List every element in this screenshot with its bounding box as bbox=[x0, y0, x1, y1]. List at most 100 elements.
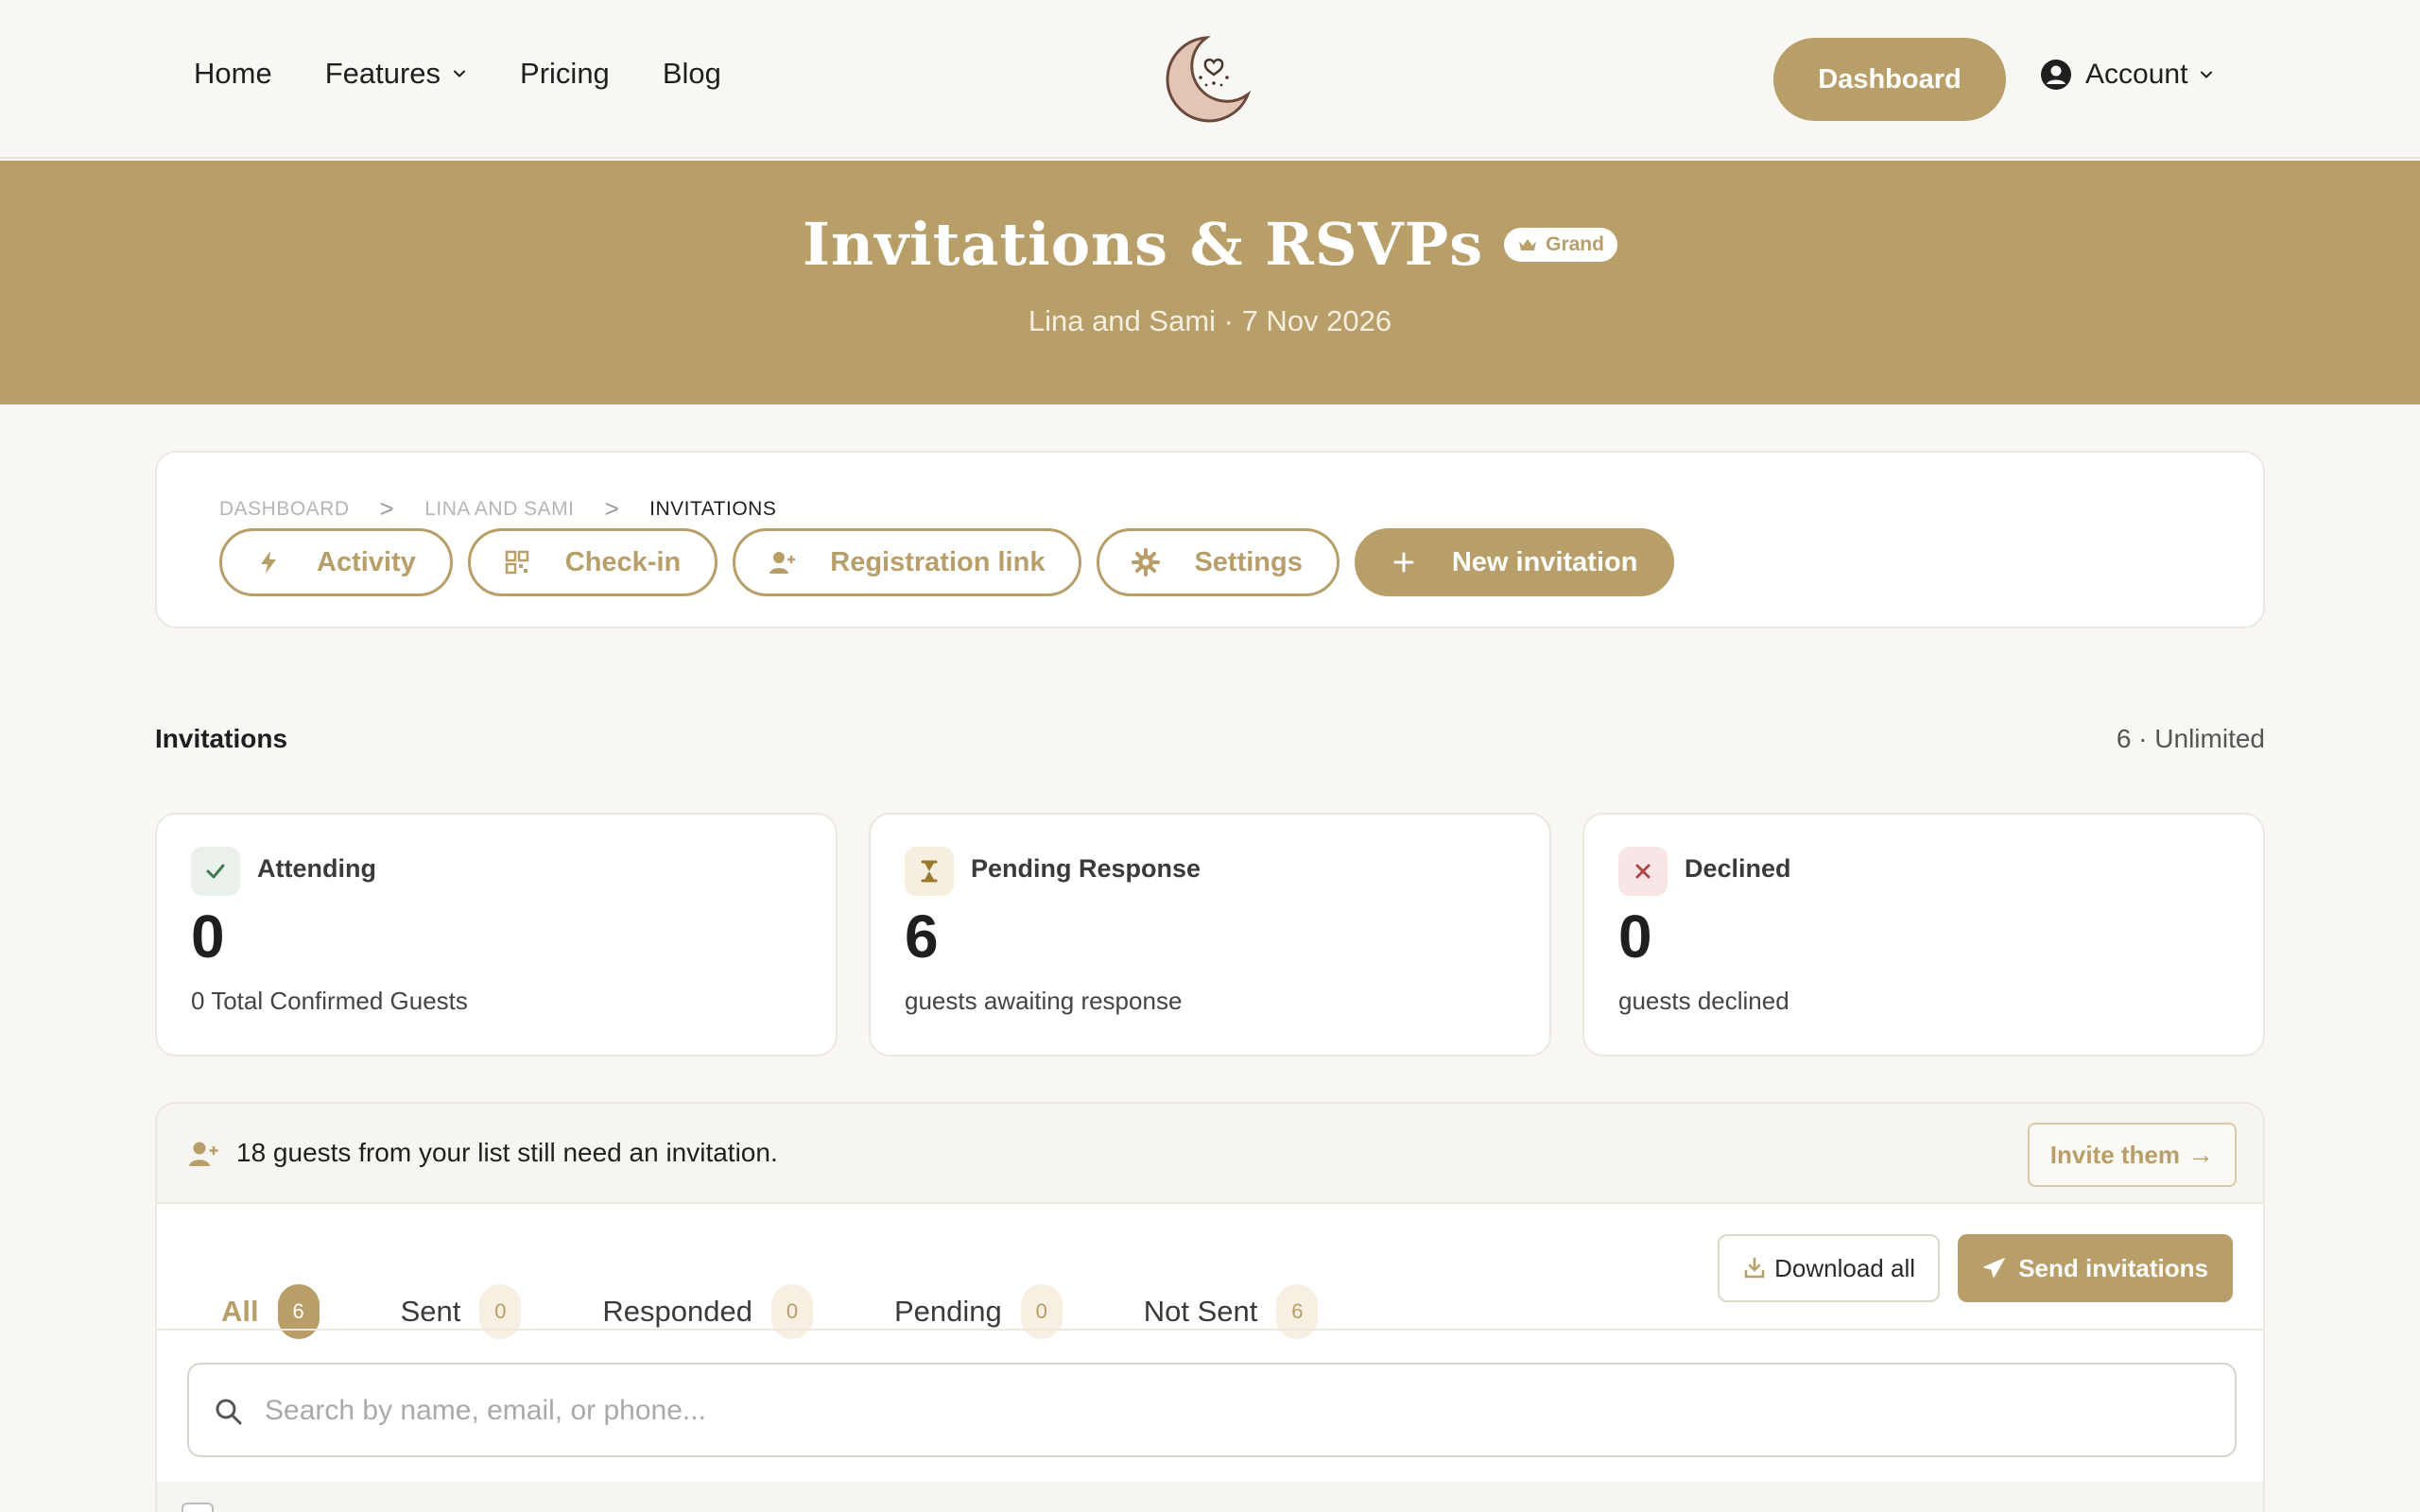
stat-label: Declined bbox=[1685, 854, 1791, 883]
tab-label: Sent bbox=[400, 1295, 461, 1328]
settings-label: Settings bbox=[1194, 546, 1303, 577]
page-banner: Invitations & RSVPs Grand Lina and Sami … bbox=[0, 161, 2420, 404]
user-plus-icon bbox=[189, 1142, 218, 1166]
breadcrumb-separator: > bbox=[604, 494, 620, 523]
settings-button[interactable]: Settings bbox=[1097, 528, 1340, 596]
paper-plane-icon bbox=[1983, 1258, 2005, 1278]
chevron-down-icon bbox=[2201, 71, 2213, 78]
plus-icon bbox=[1393, 552, 1414, 573]
breadcrumb-dashboard[interactable]: DASHBOARD bbox=[219, 498, 350, 521]
tab-all[interactable]: All 6 bbox=[187, 1278, 354, 1378]
plan-badge-label: Grand bbox=[1546, 232, 1604, 255]
tab-label: Not Sent bbox=[1143, 1295, 1258, 1328]
qr-code-icon bbox=[505, 550, 529, 575]
event-subtitle: Lina and Sami · 7 Nov 2026 bbox=[1028, 304, 1392, 337]
nav-blog-link[interactable]: Blog bbox=[663, 57, 721, 91]
new-invitation-label: New invitation bbox=[1451, 546, 1638, 577]
tab-count-badge: 0 bbox=[770, 1284, 813, 1339]
tab-label: All bbox=[221, 1295, 259, 1328]
x-icon bbox=[1618, 847, 1668, 896]
stat-description: guests declined bbox=[1618, 987, 1789, 1015]
hourglass-icon bbox=[905, 847, 954, 896]
arrow-right-icon: → bbox=[2187, 1140, 2214, 1169]
filter-tabs: All 6 Sent 0 Responded 0 Pending 0 Not S… bbox=[187, 1246, 1365, 1378]
send-invitations-label: Send invitations bbox=[2018, 1253, 2208, 1282]
stat-description: guests awaiting response bbox=[905, 987, 1183, 1015]
nav-pricing-link[interactable]: Pricing bbox=[520, 57, 610, 91]
account-menu[interactable]: Account bbox=[2040, 59, 2214, 91]
breadcrumb: DASHBOARD > LINA AND SAMI > INVITATIONS bbox=[219, 494, 776, 524]
tab-count-badge: 6 bbox=[1276, 1284, 1319, 1339]
tab-not-sent[interactable]: Not Sent 6 bbox=[1110, 1278, 1353, 1346]
invite-them-label: Invite them bbox=[2049, 1140, 2180, 1169]
invite-them-button[interactable]: Invite them → bbox=[2027, 1123, 2237, 1187]
tab-responded[interactable]: Responded 0 bbox=[568, 1278, 847, 1346]
tab-count-badge: 0 bbox=[1020, 1284, 1063, 1339]
notice-text: 18 guests from your list still need an i… bbox=[236, 1138, 778, 1167]
chevron-down-icon bbox=[454, 70, 466, 77]
breadcrumb-current: INVITATIONS bbox=[649, 497, 777, 520]
search-box bbox=[187, 1363, 2237, 1457]
stat-card-declined: Declined 0 guests declined bbox=[1582, 813, 2265, 1057]
main-nav: Home Features Pricing Blog bbox=[194, 57, 774, 91]
uninvited-notice: 18 guests from your list still need an i… bbox=[157, 1104, 2263, 1204]
guests-panel: 18 guests from your list still need an i… bbox=[155, 1102, 2265, 1512]
stat-label: Pending Response bbox=[971, 854, 1201, 883]
stat-card-attending: Attending 0 0 Total Confirmed Guests bbox=[155, 813, 838, 1057]
account-label: Account bbox=[2085, 59, 2188, 90]
nav-home-label: Home bbox=[194, 57, 272, 90]
download-all-button[interactable]: Download all bbox=[1718, 1234, 1940, 1302]
table-header bbox=[157, 1482, 2263, 1512]
action-buttons: Activity Check-in Registration link Sett… bbox=[219, 528, 1689, 596]
tab-label: Pending bbox=[893, 1295, 1002, 1328]
section-title: Invitations bbox=[155, 724, 288, 753]
nav-pricing-label: Pricing bbox=[520, 57, 610, 90]
actions-card: DASHBOARD > LINA AND SAMI > INVITATIONS … bbox=[155, 451, 2265, 628]
tab-sent[interactable]: Sent 0 bbox=[367, 1278, 556, 1346]
page: Home Features Pricing Blog Dashboard Acc… bbox=[0, 0, 2420, 1512]
lightning-bolt-icon bbox=[261, 551, 276, 574]
search-icon bbox=[216, 1399, 242, 1425]
tab-count-badge: 0 bbox=[479, 1284, 522, 1339]
nav-features-link[interactable]: Features bbox=[325, 57, 467, 91]
nav-home-link[interactable]: Home bbox=[194, 57, 272, 91]
checkin-button[interactable]: Check-in bbox=[467, 528, 718, 596]
stat-value: 0 bbox=[1618, 902, 1652, 971]
stat-card-pending: Pending Response 6 guests awaiting respo… bbox=[869, 813, 1551, 1057]
check-icon bbox=[191, 847, 240, 896]
activity-label: Activity bbox=[317, 546, 416, 577]
user-plus-icon bbox=[769, 552, 796, 574]
page-title: Invitations & RSVPs bbox=[803, 210, 1484, 279]
top-navbar: Home Features Pricing Blog Dashboard Acc… bbox=[0, 0, 2420, 159]
download-icon bbox=[1744, 1257, 1765, 1279]
breadcrumb-event[interactable]: LINA AND SAMI bbox=[424, 498, 574, 521]
moon-heart-logo-icon[interactable] bbox=[1159, 30, 1257, 129]
tabs-divider bbox=[157, 1329, 2263, 1331]
stat-value: 6 bbox=[905, 902, 939, 971]
checkin-label: Check-in bbox=[564, 546, 682, 577]
registration-link-button[interactable]: Registration link bbox=[733, 528, 1082, 596]
activity-button[interactable]: Activity bbox=[219, 528, 453, 596]
breadcrumb-separator: > bbox=[379, 494, 395, 523]
tab-count-badge: 6 bbox=[277, 1284, 320, 1339]
gear-icon bbox=[1132, 548, 1161, 576]
banner-title-row: Invitations & RSVPs Grand bbox=[0, 210, 2420, 279]
select-all-checkbox[interactable] bbox=[182, 1503, 214, 1512]
stat-value: 0 bbox=[191, 902, 225, 971]
new-invitation-button[interactable]: New invitation bbox=[1354, 528, 1675, 596]
search-input[interactable] bbox=[265, 1383, 2212, 1438]
crown-icon bbox=[1519, 238, 1537, 250]
invitation-count: 6 · Unlimited bbox=[2116, 724, 2265, 753]
nav-features-label: Features bbox=[324, 57, 441, 90]
plan-badge: Grand bbox=[1504, 227, 1617, 262]
registration-link-label: Registration link bbox=[830, 546, 1046, 577]
nav-blog-label: Blog bbox=[662, 57, 721, 90]
stat-label: Attending bbox=[257, 854, 376, 883]
dashboard-button[interactable]: Dashboard bbox=[1773, 38, 2006, 121]
stat-description: 0 Total Confirmed Guests bbox=[191, 987, 468, 1015]
send-invitations-button[interactable]: Send invitations bbox=[1958, 1234, 2233, 1302]
tab-label: Responded bbox=[602, 1295, 752, 1328]
download-all-label: Download all bbox=[1774, 1253, 1915, 1282]
user-circle-icon bbox=[2041, 60, 2071, 90]
tab-pending[interactable]: Pending 0 bbox=[860, 1278, 1097, 1346]
